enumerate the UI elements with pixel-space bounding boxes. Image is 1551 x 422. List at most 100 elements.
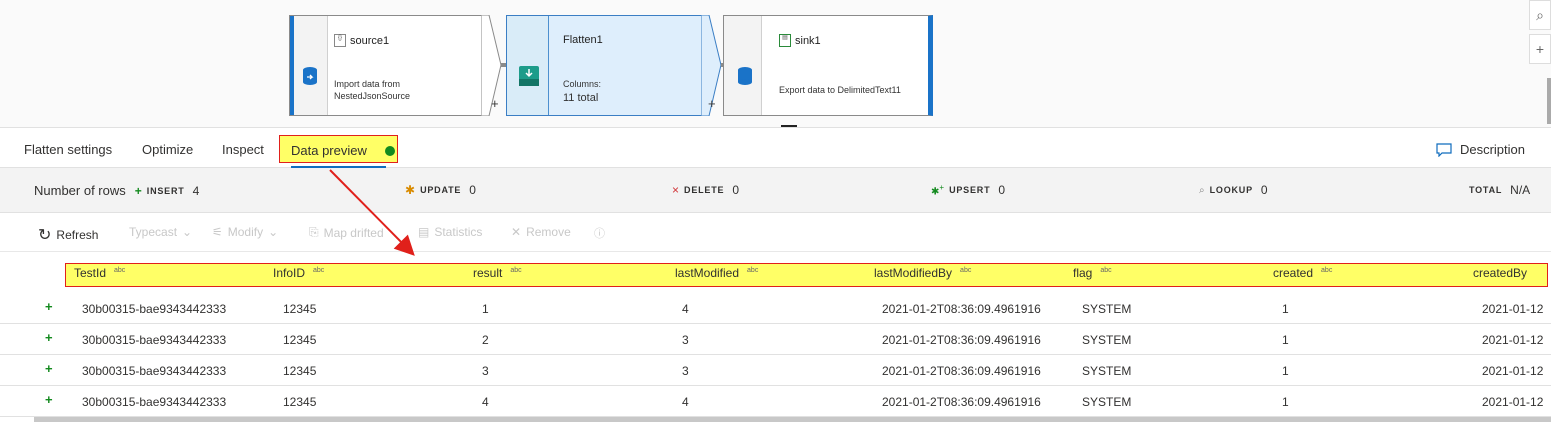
insert-row-icon: +	[45, 330, 53, 345]
upsert-label: UPSERT	[949, 185, 991, 196]
add-transform-button[interactable]: +	[491, 96, 499, 111]
node-icon-column	[294, 16, 328, 115]
resize-handle[interactable]	[781, 125, 797, 127]
column-header-createdby[interactable]: createdBy	[1473, 266, 1527, 280]
insert-label: INSERT	[146, 185, 185, 196]
delete-label: DELETE	[684, 185, 725, 195]
column-header-testid[interactable]: TestId abc	[74, 266, 125, 280]
settings-tabs: Flatten settings Optimize Inspect Data p…	[0, 128, 1551, 168]
cell-created: 1	[1282, 364, 1289, 378]
column-header-flag[interactable]: flag abc	[1073, 266, 1112, 280]
tab-flatten-settings[interactable]: Flatten settings	[24, 142, 112, 157]
flatten-icon	[519, 66, 539, 86]
remove-label: Remove	[526, 225, 571, 239]
total-stat: TOTAL N/A	[1469, 183, 1530, 197]
cell-lastmodified: 4	[682, 395, 689, 409]
cell-result: 2	[482, 333, 489, 347]
update-icon: ✱	[405, 183, 416, 197]
column-header-created[interactable]: created abc	[1273, 266, 1332, 280]
horizontal-scrollbar[interactable]	[34, 417, 1551, 422]
cell-flag: SYSTEM	[1082, 302, 1132, 316]
info-icon[interactable]: ⓘ	[594, 225, 605, 241]
cell-infoid: 12345	[283, 395, 317, 409]
modify-icon: ⚟	[212, 225, 223, 239]
dataflow-canvas: {} source1 Import data from NestedJsonSo…	[0, 0, 1551, 128]
typecast-label: Typecast	[129, 225, 178, 239]
column-name: lastModifiedBy	[874, 266, 953, 280]
source-database-icon	[303, 67, 317, 85]
insert-row-icon: +	[45, 299, 53, 314]
type-badge: abc	[510, 267, 522, 274]
chevron-down-icon: ⌄	[182, 225, 193, 239]
typecast-button[interactable]: Typecast ⌄	[129, 225, 192, 239]
node-icon-column	[724, 16, 762, 115]
column-header-result[interactable]: result abc	[473, 266, 522, 280]
column-name: TestId	[74, 266, 107, 280]
canvas-vertical-scrollbar[interactable]	[1547, 78, 1551, 124]
upsert-value: 0	[998, 183, 1006, 198]
node-title: ▤ sink1	[779, 34, 821, 47]
source-node-title: source1	[350, 34, 390, 47]
delete-stat: × DELETE 0	[672, 183, 739, 197]
tab-data-preview[interactable]: Data preview	[279, 135, 398, 163]
delete-icon: ×	[672, 183, 680, 197]
cell-testid: 30b00315-bae9343442333	[82, 364, 227, 378]
total-label: TOTAL	[1469, 185, 1503, 195]
cell-createdby: 2021-01-12	[1482, 302, 1544, 316]
rows-label: Number of rows	[34, 183, 126, 198]
search-icon: ⌕	[1536, 6, 1544, 23]
cell-result: 1	[482, 302, 489, 316]
cell-created: 1	[1282, 395, 1289, 409]
tab-optimize[interactable]: Optimize	[142, 142, 193, 157]
column-header-lastmodified[interactable]: lastModified abc	[675, 266, 758, 280]
data-preview-grid: TestId abc InfoID abc result abc lastModifi…	[0, 251, 1551, 422]
column-header-infoid[interactable]: InfoID abc	[273, 266, 324, 280]
cell-lastmodifiedby: 2021-01-2T08:36:09.4961916	[882, 333, 1041, 347]
description-button[interactable]: Description	[1436, 142, 1525, 157]
modify-button[interactable]: ⚟ Modify ⌄	[212, 225, 278, 239]
map-drifted-button[interactable]: ⎘ Map drifted	[309, 225, 384, 240]
cell-result: 4	[482, 395, 489, 409]
cell-flag: SYSTEM	[1082, 364, 1132, 378]
update-stat: ✱ UPDATE 0	[405, 183, 476, 197]
column-name: createdBy	[1473, 266, 1528, 280]
flatten-columns-label: Columns:	[563, 79, 602, 89]
cell-flag: SYSTEM	[1082, 395, 1132, 409]
remove-button[interactable]: ✕ Remove	[511, 225, 571, 239]
cell-createdby: 2021-01-12	[1482, 395, 1544, 409]
statistics-button[interactable]: ▤ Statistics	[418, 225, 482, 239]
row-counts-bar: Number of rows + INSERT 4 ✱ UPDATE 0 × D…	[0, 168, 1551, 213]
delete-value: 0	[732, 183, 740, 197]
flatten-node[interactable]: Flatten1 Columns: 11 total	[506, 15, 709, 116]
update-label: UPDATE	[420, 185, 462, 195]
zoom-in-button[interactable]: +	[1529, 34, 1551, 64]
sink-node[interactable]: ▤ sink1 Export data to DelimitedText11	[723, 15, 933, 116]
zoom-search-button[interactable]: ⌕	[1529, 0, 1551, 30]
modify-label: Modify	[227, 225, 264, 239]
table-row[interactable]: + 30b00315-bae9343442333 12345 2 3 2021-…	[0, 324, 1551, 355]
column-name: result	[473, 266, 503, 280]
statistics-icon: ▤	[418, 225, 430, 239]
column-header-lastmodifiedby[interactable]: lastModifiedBy abc	[874, 266, 971, 280]
cell-testid: 30b00315-bae9343442333	[82, 333, 227, 347]
table-row[interactable]: + 30b00315-bae9343442333 12345 3 3 2021-…	[0, 355, 1551, 386]
cell-flag: SYSTEM	[1082, 333, 1132, 347]
cell-createdby: 2021-01-12	[1482, 333, 1544, 347]
table-row[interactable]: + 30b00315-bae9343442333 12345 1 4 2021-…	[0, 293, 1551, 324]
source-node[interactable]: {} source1 Import data from NestedJsonSo…	[289, 15, 489, 116]
canvas-controls: ⌕ +	[1529, 0, 1551, 68]
close-icon: ✕	[511, 225, 522, 239]
cell-infoid: 12345	[283, 364, 317, 378]
node-title: {} source1	[334, 34, 389, 47]
cell-lastmodifiedby: 2021-01-2T08:36:09.4961916	[882, 364, 1041, 378]
cell-createdby: 2021-01-12	[1482, 364, 1544, 378]
table-row[interactable]: + 30b00315-bae9343442333 12345 4 4 2021-…	[0, 386, 1551, 417]
node-icon-column	[507, 16, 549, 115]
refresh-button[interactable]: ↻ Refresh	[38, 225, 98, 245]
add-transform-button[interactable]: +	[708, 96, 716, 111]
tab-inspect[interactable]: Inspect	[222, 142, 264, 157]
update-value: 0	[469, 183, 476, 197]
type-badge: abc	[960, 267, 972, 274]
chevron-down-icon: ⌄	[268, 225, 279, 239]
lookup-value: 0	[1260, 183, 1268, 197]
